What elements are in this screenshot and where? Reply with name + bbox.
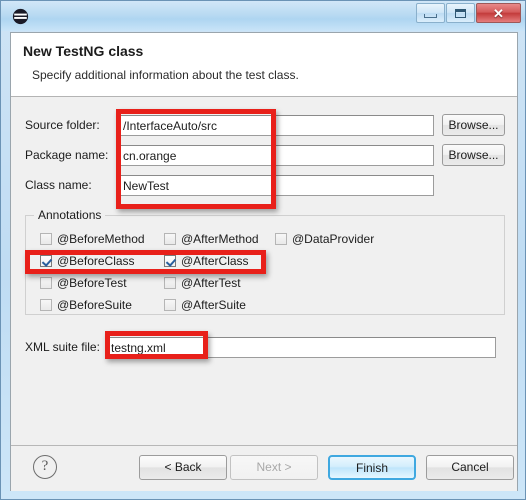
package-name-browse-button[interactable]: Browse... [442,144,505,166]
back-button[interactable]: < Back [139,455,227,480]
page-description: Specify additional information about the… [32,68,299,82]
checkbox-box-icon [40,277,52,289]
form-row-class-name: Class name: NewTest [11,175,517,197]
checkbox-label: @AfterClass [181,254,249,268]
annotations-legend: Annotations [34,208,106,222]
restore-icon [455,8,466,18]
dialog-window: ✕ New TestNG class Specify additional in… [0,0,526,500]
checkbox-box-icon [275,233,287,245]
form-row-package-name: Package name: cn.orange Browse... [11,144,517,167]
wizard-header: New TestNG class Specify additional info… [11,33,517,97]
checkbox-after-class[interactable]: @AfterClass [164,254,249,268]
next-button: Next > [230,455,318,480]
class-name-input[interactable]: NewTest [118,175,434,196]
checkbox-box-icon [40,299,52,311]
checkbox-label: @BeforeTest [57,276,127,290]
checkbox-label: @BeforeSuite [57,298,132,312]
checkbox-label: @AfterTest [181,276,241,290]
source-folder-input[interactable]: /InterfaceAuto/src [118,115,434,136]
checkbox-box-icon [164,299,176,311]
checkbox-box-checked-icon [40,255,52,267]
maximize-button[interactable] [446,3,475,23]
checkbox-label: @DataProvider [292,232,375,246]
checkbox-label: @BeforeClass [57,254,135,268]
source-folder-browse-button[interactable]: Browse... [442,114,505,136]
package-name-label: Package name: [25,148,109,162]
dialog-body: New TestNG class Specify additional info… [10,32,518,491]
close-button[interactable]: ✕ [476,3,521,23]
annotations-group: Annotations @BeforeMethod @AfterMethod @… [25,208,505,318]
form-row-xml-suite: XML suite file: testng.xml [11,337,517,359]
minimize-button[interactable] [416,3,445,23]
checkbox-after-method[interactable]: @AfterMethod [164,232,259,246]
form-row-source-folder: Source folder: /InterfaceAuto/src Browse… [11,114,517,137]
checkbox-box-icon [40,233,52,245]
checkbox-after-suite[interactable]: @AfterSuite [164,298,246,312]
eclipse-logo-icon [12,8,29,25]
package-name-input[interactable]: cn.orange [118,145,434,166]
checkbox-label: @BeforeMethod [57,232,145,246]
checkbox-before-method[interactable]: @BeforeMethod [40,232,145,246]
checkbox-label: @AfterSuite [181,298,246,312]
checkbox-after-test[interactable]: @AfterTest [164,276,241,290]
wizard-content: Source folder: /InterfaceAuto/src Browse… [11,97,517,446]
checkbox-label: @AfterMethod [181,232,259,246]
class-name-label: Class name: [25,178,92,192]
title-bar: ✕ [1,1,525,31]
page-title: New TestNG class [23,43,144,59]
annotations-row-4: @BeforeSuite @AfterSuite [26,298,504,318]
checkbox-box-icon [164,233,176,245]
dialog-footer: ? < Back Next > Finish Cancel [11,446,517,491]
cancel-button[interactable]: Cancel [426,455,514,480]
xml-suite-file-input[interactable]: testng.xml [106,337,496,358]
source-folder-label: Source folder: [25,118,100,132]
checkbox-data-provider[interactable]: @DataProvider [275,232,374,246]
annotations-row-3: @BeforeTest @AfterTest [26,276,504,296]
xml-suite-file-label: XML suite file: [25,340,100,354]
help-icon[interactable]: ? [33,455,57,479]
checkbox-before-class[interactable]: @BeforeClass [40,254,135,268]
checkbox-box-checked-icon [164,255,176,267]
checkbox-box-icon [164,277,176,289]
checkbox-before-test[interactable]: @BeforeTest [40,276,127,290]
minimize-icon [424,14,437,18]
annotations-row-2: @BeforeClass @AfterClass [26,254,504,274]
finish-button[interactable]: Finish [328,455,416,480]
checkbox-before-suite[interactable]: @BeforeSuite [40,298,132,312]
window-controls: ✕ [415,3,521,23]
close-icon: ✕ [493,5,504,21]
annotations-row-1: @BeforeMethod @AfterMethod @DataProvider [26,232,504,252]
